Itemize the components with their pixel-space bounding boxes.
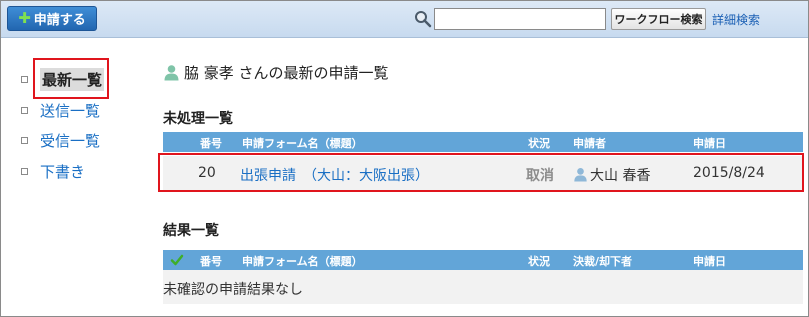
results-table-header: 番号 申請フォーム名（標題） 状況 決裁/却下者 申請日	[163, 250, 803, 270]
column-header-form-name: 申請フォーム名（標題）	[242, 255, 363, 268]
bullet-icon	[21, 76, 28, 83]
sidebar-item-sent[interactable]: 送信一覧	[21, 100, 100, 121]
column-header-status: 状況	[528, 255, 550, 268]
new-application-button[interactable]: ✚ 申請する	[7, 6, 97, 31]
sidebar-item-received[interactable]: 受信一覧	[21, 130, 100, 151]
column-header-number: 番号	[200, 255, 222, 268]
column-header-form-name: 申請フォーム名（標題）	[242, 137, 363, 150]
sidebar-item-label: 送信一覧	[40, 102, 101, 120]
selection-highlight-box	[33, 58, 109, 99]
pending-table-header: 番号 申請フォーム名（標題） 状況 申請者 申請日	[163, 132, 803, 152]
column-header-number: 番号	[200, 137, 222, 150]
bullet-icon	[21, 107, 28, 114]
sidebar-item-drafts[interactable]: 下書き	[21, 161, 85, 182]
page-title: 脇 豪孝 さんの最新の申請一覧	[163, 62, 389, 83]
row-highlight-box	[158, 153, 804, 192]
empty-results-row: 未確認の申請結果なし	[163, 270, 803, 304]
search-input[interactable]	[434, 8, 606, 30]
bullet-icon	[21, 137, 28, 144]
column-header-approver: 決裁/却下者	[573, 255, 633, 268]
sidebar-item-label: 下書き	[40, 163, 86, 181]
column-header-date: 申請日	[693, 255, 726, 268]
checkmark-icon[interactable]	[170, 253, 184, 267]
page-title-text: 脇 豪孝 さんの最新の申請一覧	[184, 64, 389, 82]
sidebar-item-label: 受信一覧	[40, 132, 101, 150]
plus-icon: ✚	[18, 9, 31, 27]
column-header-status: 状況	[528, 137, 550, 150]
workflow-window: ✚ 申請する ワークフロー検索 詳細検索 最新一覧 送信一覧 受信一覧 下書き	[0, 0, 809, 317]
search-icon	[415, 11, 432, 28]
advanced-search-link[interactable]: 詳細検索	[712, 11, 760, 28]
workflow-search-button[interactable]: ワークフロー検索	[611, 8, 706, 30]
new-application-label: 申請する	[33, 13, 86, 28]
column-header-date: 申請日	[693, 137, 726, 150]
toolbar: ✚ 申請する ワークフロー検索 詳細検索	[1, 1, 808, 38]
empty-results-message: 未確認の申請結果なし	[163, 282, 303, 298]
user-icon	[164, 65, 179, 81]
results-section-title: 結果一覧	[163, 223, 219, 239]
pending-section-title: 未処理一覧	[163, 111, 233, 127]
bullet-icon	[21, 168, 28, 175]
column-header-applicant: 申請者	[573, 137, 606, 150]
